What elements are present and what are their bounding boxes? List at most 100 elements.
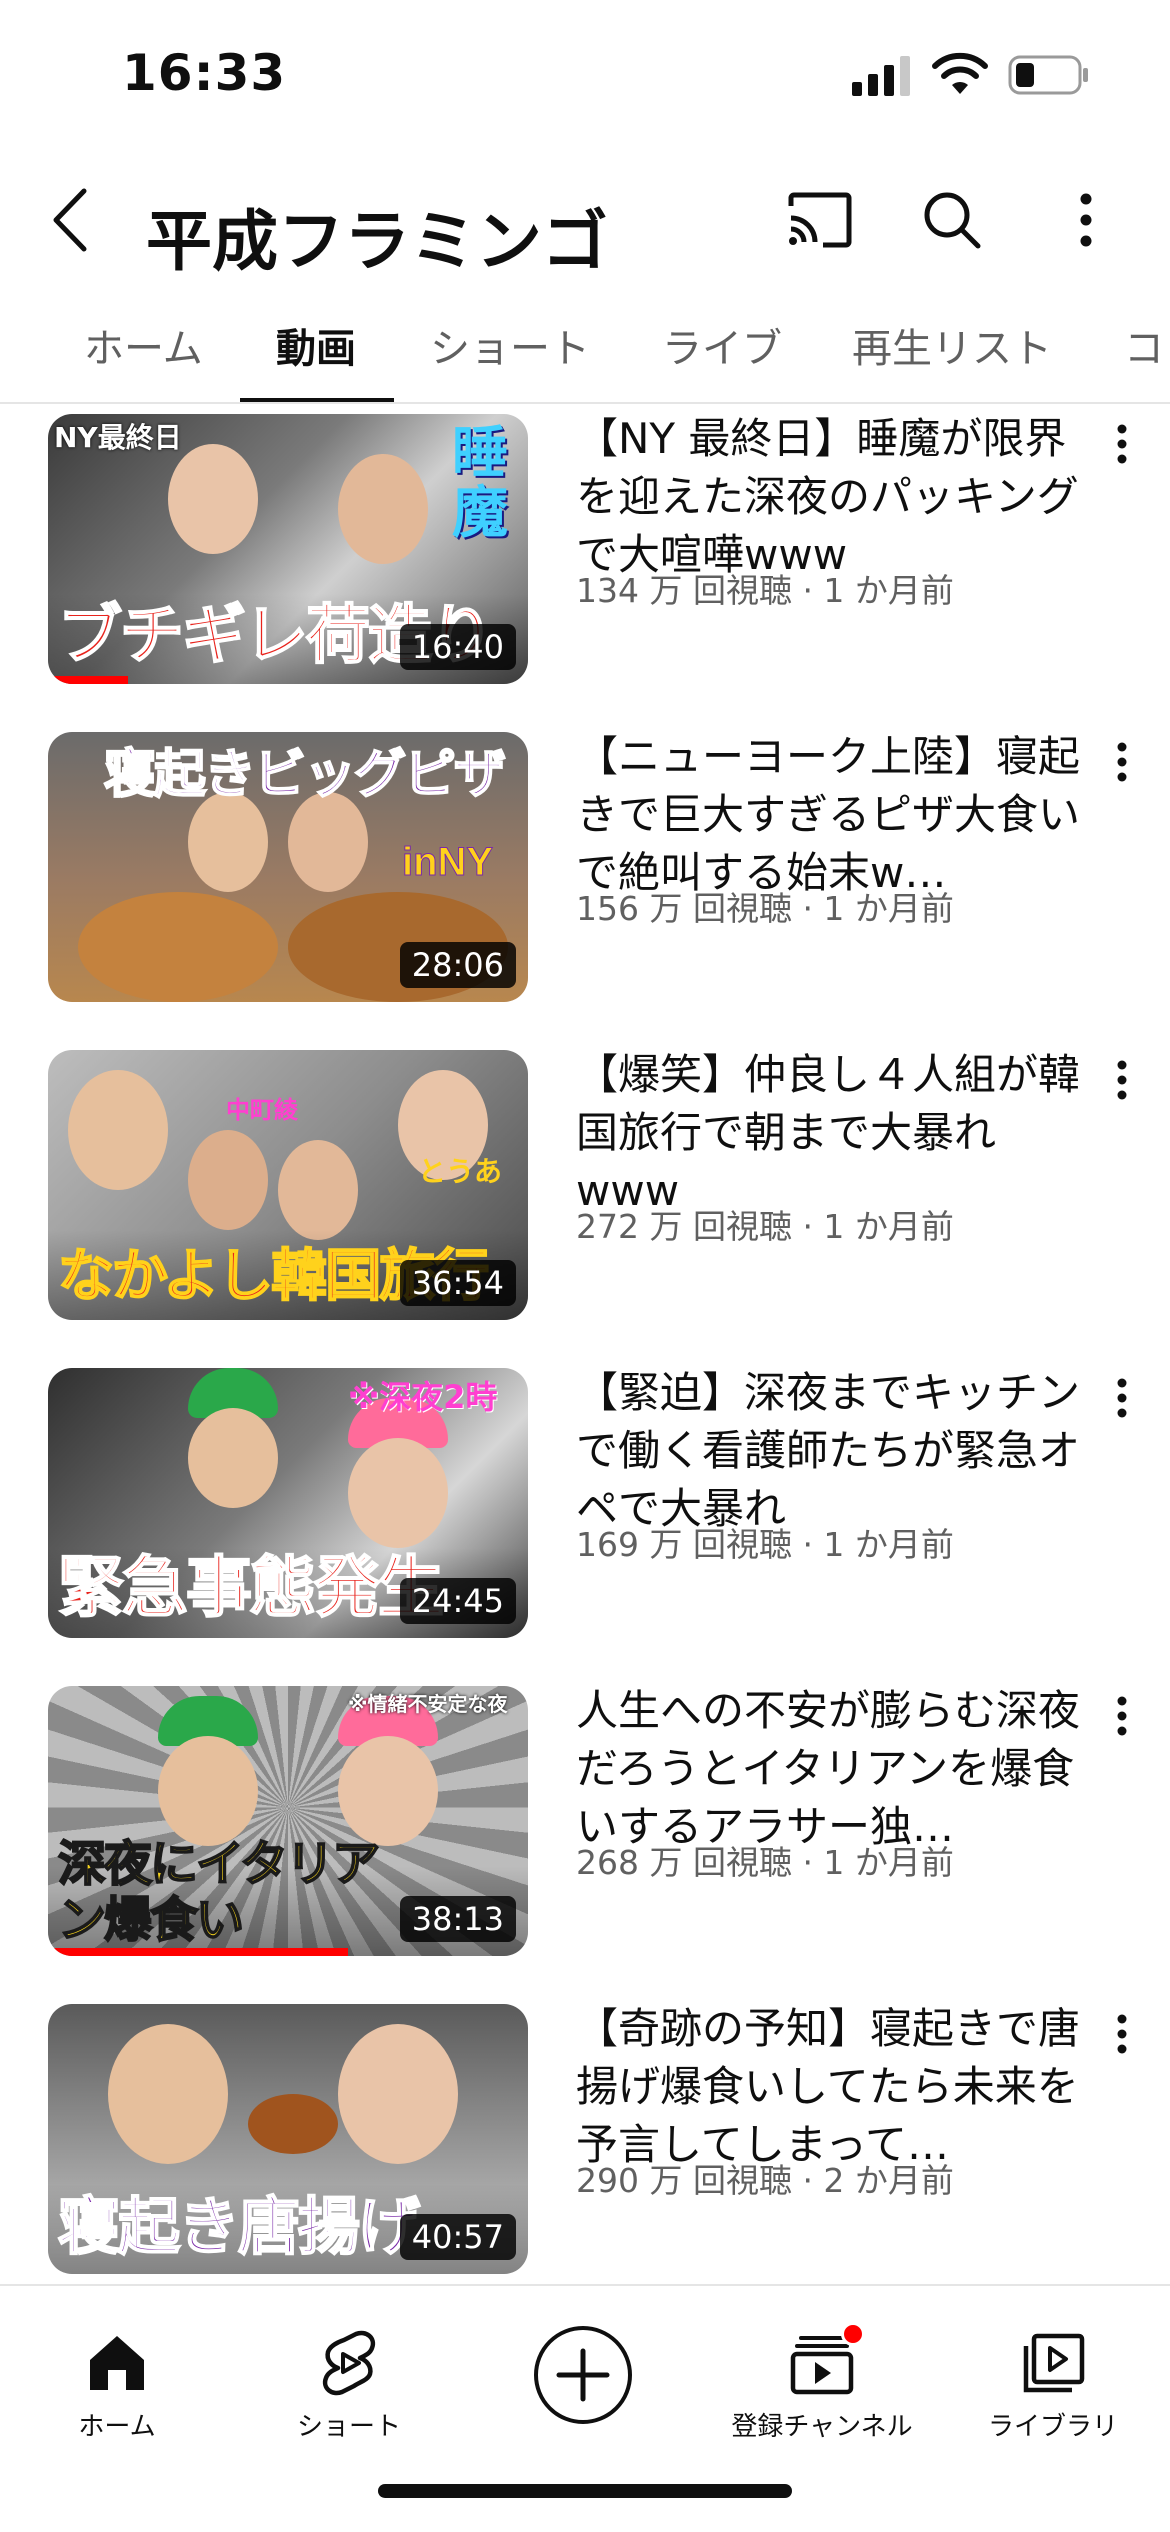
thumbnail-tag: 中町綾 — [226, 1096, 298, 1124]
nav-label: ホーム — [78, 2412, 156, 2442]
video-more-button[interactable] — [1094, 414, 1150, 474]
thumbnail-tag: ※深夜2時 — [348, 1378, 498, 1416]
cast-icon — [788, 192, 852, 248]
tab-shorts[interactable]: ショート — [430, 314, 590, 384]
back-button[interactable] — [40, 170, 100, 270]
home-icon — [82, 2328, 152, 2398]
video-item[interactable]: 中町綾 とうあ なかよし韓国旅行 36:54 【爆笑】仲良し４人組が韓国旅行で朝… — [0, 1040, 1170, 1358]
person-face — [168, 444, 258, 554]
channel-title: 平成フラミンゴ — [146, 203, 608, 280]
video-meta: 272 万 回視聴 · 1 か月前 — [576, 1207, 954, 1246]
nav-library[interactable]: ライブラリ — [958, 2306, 1148, 2456]
person-face — [188, 1408, 278, 1508]
tab-live[interactable]: ライブ — [662, 314, 782, 384]
video-thumbnail[interactable]: NY最終日 睡魔 ブチギレ荷造り 16:40 — [48, 414, 528, 684]
video-meta: 268 万 回視聴 · 1 か月前 — [576, 1843, 954, 1882]
status-time: 16:33 — [122, 44, 287, 102]
more-vertical-icon — [1117, 2014, 1127, 2054]
subscriptions-icon — [787, 2322, 865, 2398]
person-face — [68, 1070, 168, 1190]
nav-label: 登録チャンネル — [731, 2412, 913, 2442]
thumbnail-tag: ※情緒不安定な夜 — [348, 1692, 508, 1716]
video-item[interactable]: ※情緒不安定な夜 深夜にイタリアン爆食い 38:13 人生への不安が膨らむ深夜だ… — [0, 1676, 1170, 1994]
more-vertical-icon — [1080, 193, 1092, 247]
wifi-icon — [932, 52, 988, 94]
duration-badge: 24:45 — [399, 1578, 516, 1624]
video-more-button[interactable] — [1094, 1368, 1150, 1428]
person-face — [338, 2024, 458, 2164]
nav-home[interactable]: ホーム — [22, 2306, 212, 2456]
video-title[interactable]: 【NY 最終日】睡魔が限界を迎えた深夜のパッキングで大喧嘩www — [576, 410, 1086, 584]
video-list: NY最終日 睡魔 ブチギレ荷造り 16:40 【NY 最終日】睡魔が限界を迎えた… — [0, 404, 1170, 2284]
person-face — [188, 792, 268, 892]
person-face — [108, 2024, 228, 2164]
video-meta: 290 万 回視聴 · 2 か月前 — [576, 2161, 954, 2200]
create-button[interactable] — [534, 2326, 632, 2424]
thumbnail-title-text: 寝起きビッグピザ — [103, 743, 507, 806]
thumbnail-tag: NY最終日 — [54, 421, 182, 454]
thumbnail-tag: inNY — [401, 840, 494, 885]
thumbnail-tag: 睡魔 — [452, 421, 508, 546]
person-face — [278, 1140, 358, 1240]
pizza-image — [78, 892, 278, 1002]
more-vertical-icon — [1117, 424, 1127, 464]
video-meta: 134 万 回視聴 · 1 か月前 — [576, 571, 954, 610]
notification-dot — [841, 2322, 865, 2346]
video-thumbnail[interactable]: 寝起きビッグピザ inNY 28:06 — [48, 732, 528, 1002]
video-more-button[interactable] — [1094, 1050, 1150, 1110]
video-more-button[interactable] — [1094, 1686, 1150, 1746]
nav-subscriptions[interactable]: 登録チャンネル — [722, 2306, 922, 2456]
karaage-plate — [248, 2094, 338, 2154]
video-item[interactable]: NY最終日 睡魔 ブチギレ荷造り 16:40 【NY 最終日】睡魔が限界を迎えた… — [0, 404, 1170, 722]
more-vertical-icon — [1117, 742, 1127, 782]
watch-progress-bar — [48, 676, 128, 684]
person-face — [158, 1736, 258, 1846]
tab-home[interactable]: ホーム — [84, 314, 203, 384]
duration-badge: 36:54 — [399, 1260, 516, 1306]
more-options-button[interactable] — [1044, 178, 1128, 262]
shorts-icon — [314, 2328, 384, 2398]
video-title[interactable]: 【奇跡の予知】寝起きで唐揚げ爆食いしてたら未来を予言してしまって… — [576, 2000, 1086, 2174]
video-item[interactable]: ※深夜2時 緊急事態発生 24:45 【緊迫】深夜までキッチンで働く看護師たちが… — [0, 1358, 1170, 1676]
video-title[interactable]: 【爆笑】仲良し４人組が韓国旅行で朝まで大暴れwww — [576, 1046, 1086, 1220]
thumbnail-title-text: 深夜にイタリアン爆食い — [57, 1835, 381, 1949]
duration-badge: 40:57 — [399, 2214, 516, 2260]
more-vertical-icon — [1117, 1696, 1127, 1736]
search-button[interactable] — [910, 178, 994, 262]
video-thumbnail[interactable]: ※深夜2時 緊急事態発生 24:45 — [48, 1368, 528, 1638]
video-thumbnail[interactable]: 中町綾 とうあ なかよし韓国旅行 36:54 — [48, 1050, 528, 1320]
search-icon — [924, 192, 981, 249]
library-icon — [1018, 2328, 1088, 2398]
more-vertical-icon — [1117, 1378, 1127, 1418]
video-more-button[interactable] — [1094, 2004, 1150, 2064]
video-thumbnail[interactable]: 寝起き唐揚げ 40:57 — [48, 2004, 528, 2274]
nav-shorts[interactable]: ショート — [254, 2306, 444, 2456]
tab-playlists[interactable]: 再生リスト — [852, 314, 1052, 384]
status-bar: 16:33 — [0, 0, 1170, 150]
nav-label: ショート — [296, 2412, 401, 2442]
person-face — [338, 1736, 438, 1846]
thumbnail-tag: とうあ — [418, 1155, 503, 1188]
video-more-button[interactable] — [1094, 732, 1150, 792]
thumbnail-title-text: 緊急事態発生 — [57, 1547, 445, 1627]
tab-community[interactable]: コミ — [1124, 314, 1170, 384]
tab-videos[interactable]: 動画 — [276, 314, 356, 384]
duration-badge: 28:06 — [399, 942, 516, 988]
video-item[interactable]: 寝起きビッグピザ inNY 28:06 【ニューヨーク上陸】寝起きで巨大すぎるピ… — [0, 722, 1170, 1040]
video-title[interactable]: 人生への不安が膨らむ深夜だろうとイタリアンを爆食いするアラサー独… — [576, 1682, 1086, 1856]
video-title[interactable]: 【緊迫】深夜までキッチンで働く看護師たちが緊急オペで大暴れ — [576, 1364, 1086, 1538]
video-item[interactable]: 寝起き唐揚げ 40:57 【奇跡の予知】寝起きで唐揚げ爆食いしてたら未来を予言し… — [0, 1994, 1170, 2284]
channel-header: 平成フラミンゴ — [0, 150, 1170, 300]
video-meta: 169 万 回視聴 · 1 か月前 — [576, 1525, 954, 1564]
duration-badge: 38:13 — [399, 1896, 516, 1942]
person-face — [348, 1438, 448, 1548]
video-title[interactable]: 【ニューヨーク上陸】寝起きで巨大すぎるピザ大食いで絶叫する始末w… — [576, 728, 1086, 902]
video-meta: 156 万 回視聴 · 1 か月前 — [576, 889, 954, 928]
thumbnail-title-text: 寝起き唐揚げ — [57, 2189, 421, 2264]
person-face — [338, 454, 428, 564]
chevron-left-icon — [53, 188, 87, 252]
more-vertical-icon — [1117, 1060, 1127, 1100]
video-thumbnail[interactable]: ※情緒不安定な夜 深夜にイタリアン爆食い 38:13 — [48, 1686, 528, 1956]
home-indicator — [378, 2484, 792, 2498]
cast-button[interactable] — [778, 178, 862, 262]
